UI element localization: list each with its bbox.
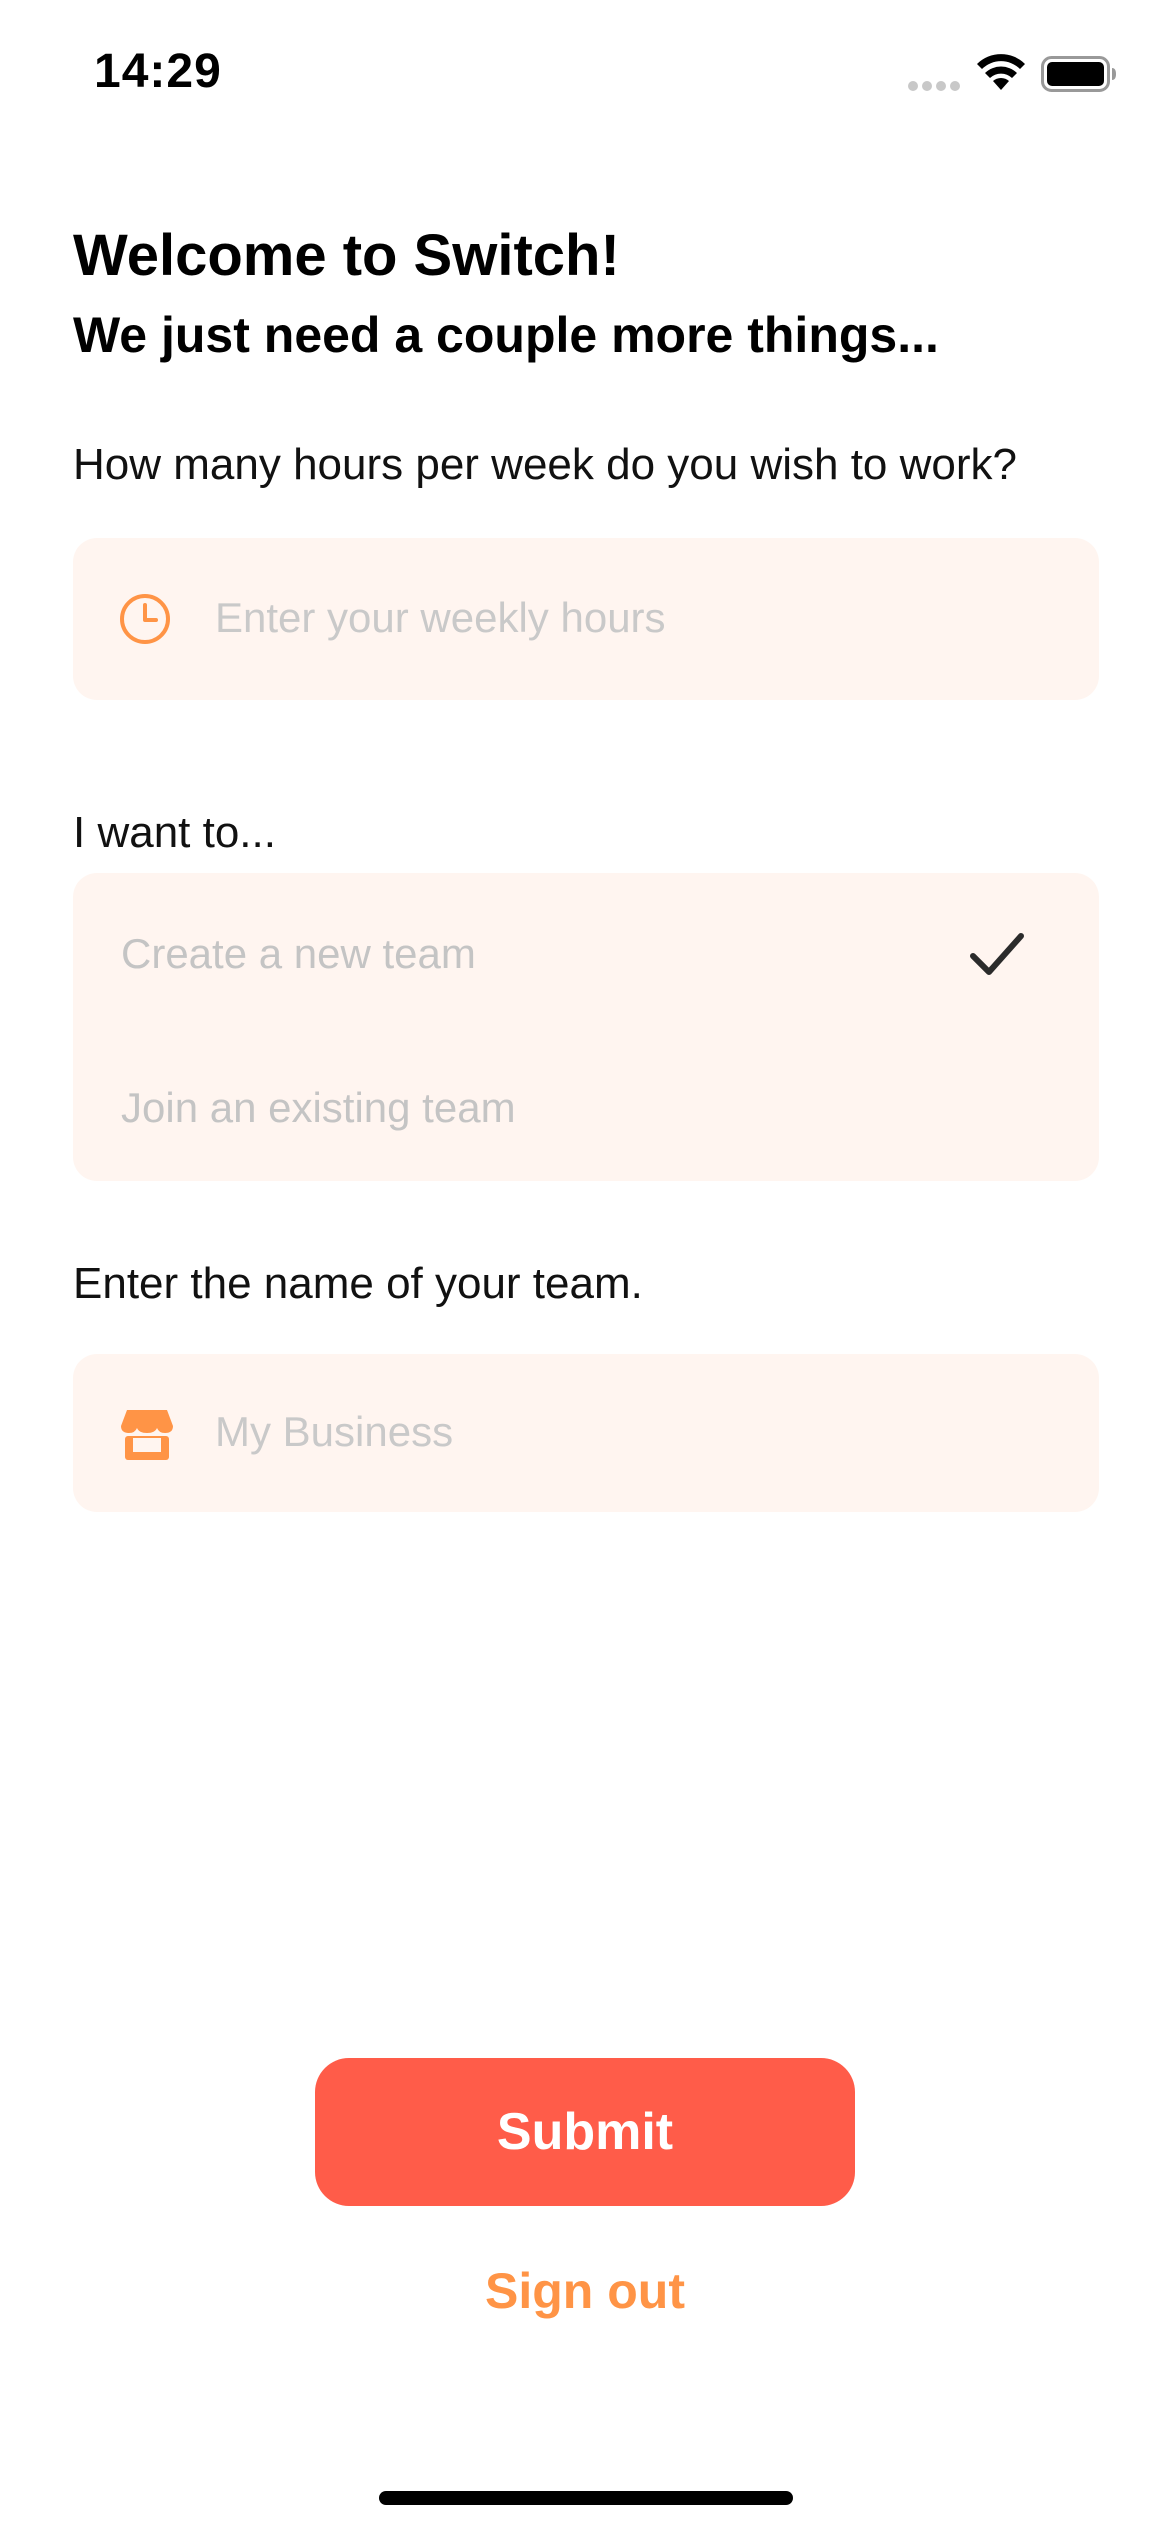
page-subtitle: We just need a couple more things... (73, 307, 939, 363)
option-join-team-label: Join an existing team (121, 1084, 516, 1131)
wifi-icon (977, 54, 1025, 90)
submit-button[interactable]: Submit (315, 2058, 855, 2206)
status-time: 14:29 (94, 45, 222, 98)
team-name-placeholder: My Business (215, 1408, 454, 1455)
status-bar: 14:29 (0, 0, 1170, 150)
hours-label: How many hours per week do you wish to w… (73, 440, 1017, 489)
checkmark-icon (970, 933, 1024, 975)
weekly-hours-input[interactable]: Enter your weekly hours (73, 538, 1099, 700)
team-name-input[interactable]: My Business (73, 1354, 1099, 1512)
option-join-team[interactable]: Join an existing team (73, 1033, 1099, 1183)
cellular-signal-icon (908, 81, 960, 91)
storefront-icon (121, 1410, 173, 1460)
option-create-team[interactable]: Create a new team (73, 879, 1099, 1029)
intent-label: I want to... (73, 808, 276, 857)
weekly-hours-placeholder: Enter your weekly hours (215, 594, 666, 641)
clock-icon (120, 594, 170, 644)
home-indicator[interactable] (379, 2491, 793, 2505)
page-title: Welcome to Switch! (73, 223, 620, 288)
option-create-team-label: Create a new team (121, 930, 476, 977)
sign-out-link[interactable]: Sign out (0, 2262, 1170, 2320)
team-choice-list: Create a new team Join an existing team (73, 873, 1099, 1181)
battery-icon (1041, 56, 1116, 92)
team-name-label: Enter the name of your team. (73, 1259, 643, 1308)
